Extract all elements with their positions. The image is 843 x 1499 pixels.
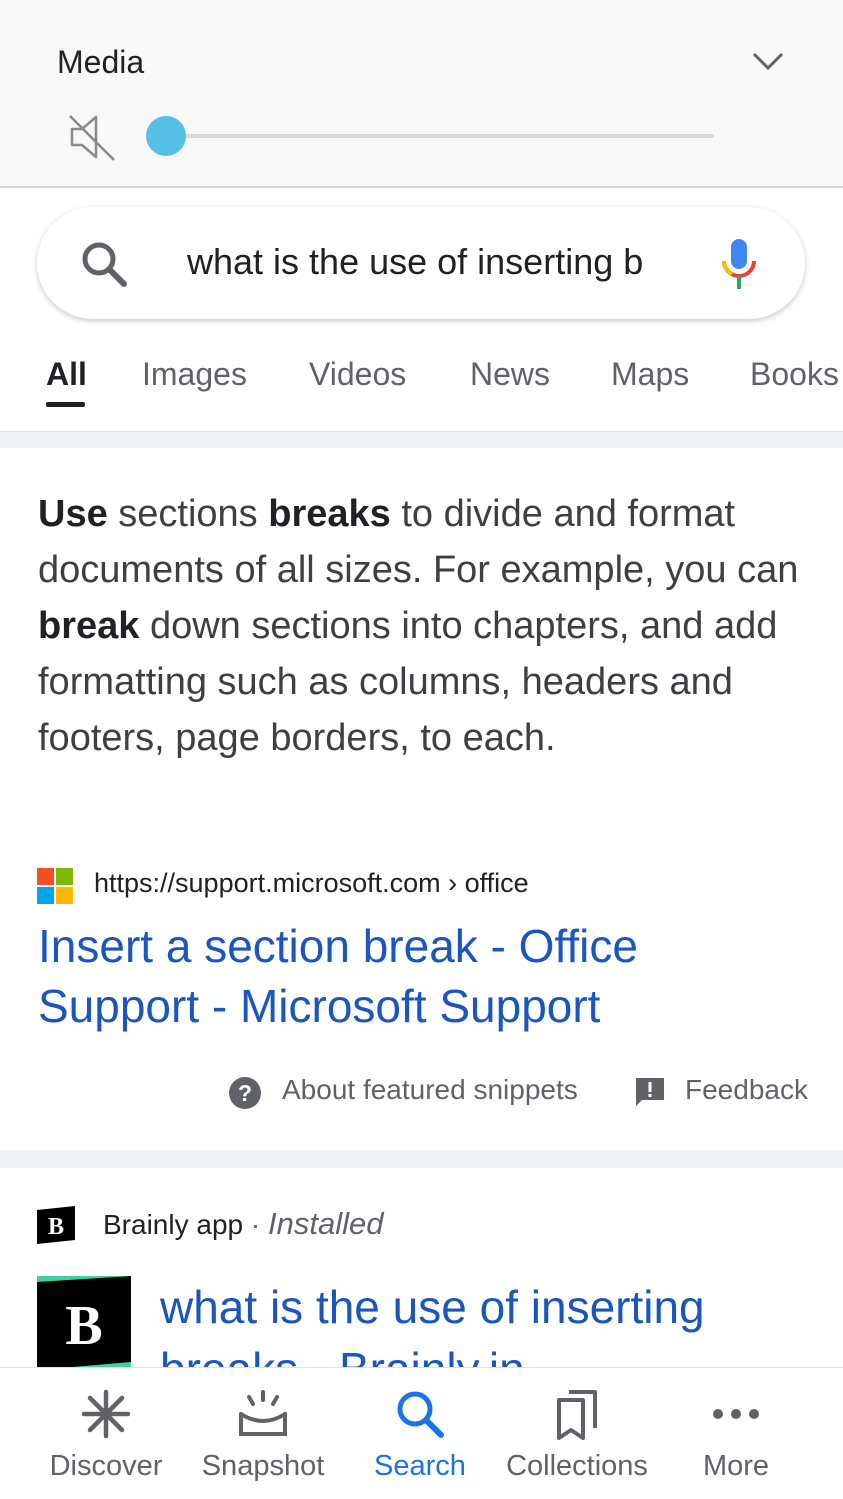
tab-images[interactable]: Images [142,356,247,393]
result-title-link[interactable]: Insert a section break - Office Support … [38,916,798,1036]
featured-snippet-text: Use sections breaks to divide and format… [38,486,818,766]
search-icon [82,242,127,287]
installed-status: Installed [267,1206,384,1241]
snippet-highlight: Use [38,493,108,535]
tab-maps[interactable]: Maps [611,356,689,393]
nav-collections[interactable]: Collections [493,1368,661,1499]
collections-icon [557,1390,597,1440]
about-featured-snippets-link[interactable]: About featured snippets [282,1074,578,1114]
svg-text:B: B [48,1214,64,1240]
volume-slider-track[interactable] [166,134,714,138]
nav-label: Collections [506,1450,648,1482]
asterisk-icon [81,1389,131,1439]
search-box[interactable]: what is the use of inserting b [37,207,805,319]
microsoft-logo-icon [37,868,73,904]
search-tabs: All Images Videos News Maps Books [0,340,843,432]
help-icon[interactable]: ? [228,1076,262,1110]
volume-mute-icon[interactable] [66,110,120,164]
brainly-source-label: Brainly app · Installed [103,1206,383,1242]
nav-more[interactable]: More [652,1368,820,1499]
nav-label: Search [374,1450,466,1482]
nav-snapshot[interactable]: Snapshot [179,1368,347,1499]
nav-discover[interactable]: Discover [22,1368,190,1499]
chevron-down-icon[interactable] [750,44,786,76]
search-icon [397,1391,444,1438]
nav-label: Snapshot [201,1450,325,1482]
volume-slider-thumb[interactable] [146,116,186,156]
tab-videos[interactable]: Videos [309,356,406,393]
feedback-icon[interactable] [634,1076,666,1108]
feedback-link[interactable]: Feedback [685,1074,808,1114]
snapshot-icon [239,1390,287,1436]
media-title: Media [57,44,145,80]
brainly-logo-icon: B [37,1206,75,1244]
more-dots-icon [713,1409,759,1419]
brainly-source-name: Brainly app [103,1209,244,1240]
microphone-icon[interactable] [719,237,759,291]
svg-text:B: B [65,1295,102,1357]
nav-search[interactable]: Search [336,1368,504,1499]
snippet-highlight: break [38,605,140,647]
tab-news[interactable]: News [470,356,550,393]
result-source-url[interactable]: https://support.microsoft.com › office [94,868,529,899]
media-volume-panel: Media [0,0,843,188]
search-input[interactable]: what is the use of inserting b [187,241,687,283]
tab-all[interactable]: All [46,356,87,393]
snippet-text: sections [107,493,269,535]
nav-label: More [702,1450,770,1482]
brainly-thumbnail-icon[interactable]: B [37,1276,131,1370]
nav-label: Discover [49,1450,163,1482]
svg-text:?: ? [238,1080,252,1106]
section-divider [0,1150,843,1168]
source-separator: · [250,1209,261,1240]
tab-books[interactable]: Books [750,356,839,393]
snippet-highlight: breaks [268,493,391,535]
tab-active-indicator [46,402,85,407]
bottom-navigation: Discover Snapshot Search Collections Mor… [0,1367,843,1499]
snippet-text: down sections into chapters, and add for… [38,605,778,759]
section-divider [0,432,843,448]
